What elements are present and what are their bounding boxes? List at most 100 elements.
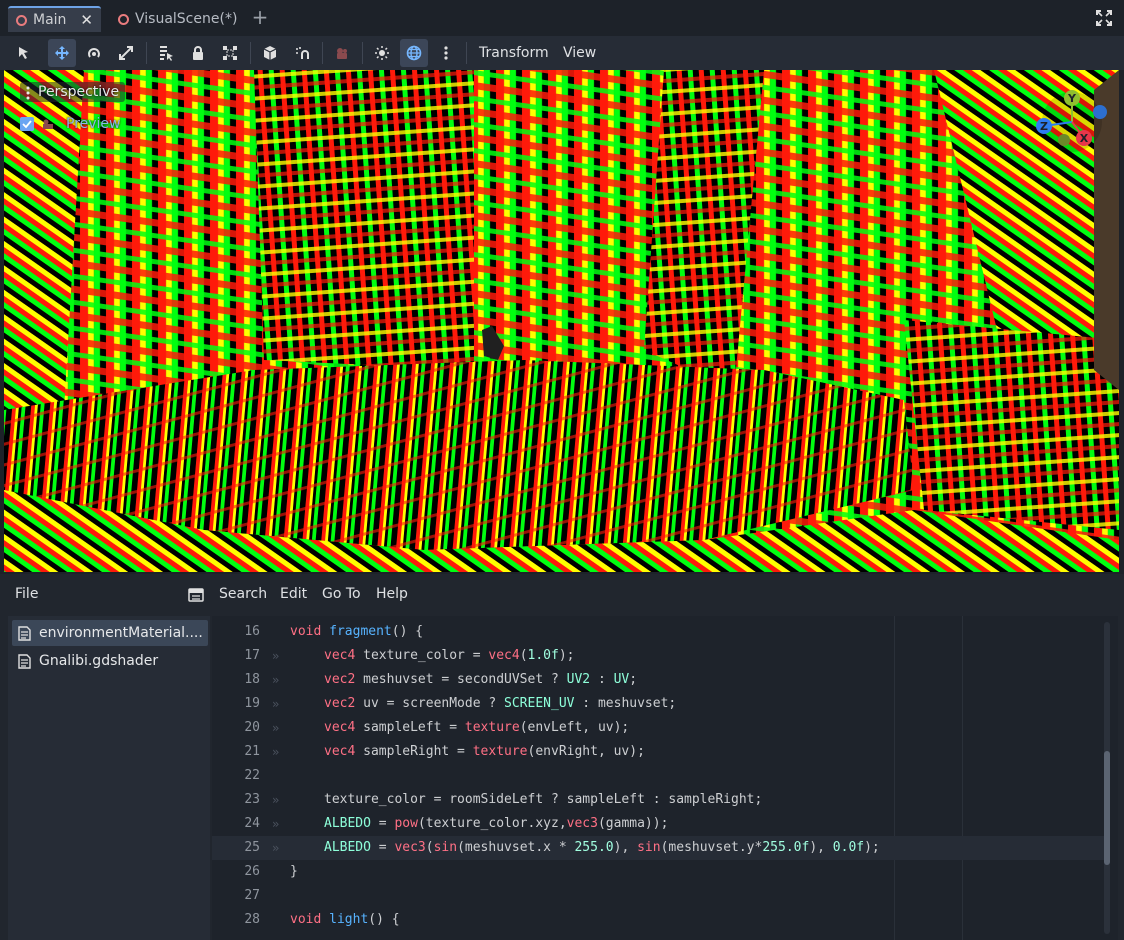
code-line[interactable]: 22 (212, 764, 1108, 788)
code-text: ALBEDO = pow(texture_color.xyz,vec3(gamm… (324, 812, 668, 836)
code-text: } (290, 860, 298, 884)
code-token: = (370, 840, 395, 855)
line-number: 27 (244, 888, 260, 903)
help-menu[interactable]: Help (376, 586, 408, 602)
code-text: vec2 meshuvset = secondUVSet ? UV2 : UV; (324, 668, 637, 692)
code-line[interactable]: 28 void light() { (212, 908, 1108, 932)
code-token: vec4 (324, 648, 356, 663)
code-line[interactable]: 19 » vec2 uv = screenMode ? SCREEN_UV : me… (212, 692, 1108, 716)
scale-tool-button[interactable] (112, 39, 140, 67)
code-line[interactable]: 24 » ALBEDO = pow(texture_color.xyz,vec3(g… (212, 812, 1108, 836)
line-number: 24 (244, 816, 260, 831)
scene-tab-label: Main (33, 12, 67, 28)
code-token: vec2 (324, 672, 356, 687)
code-token: (gamma)); (597, 816, 669, 831)
list-select-icon (160, 46, 173, 61)
sun-preview-button[interactable] (368, 39, 396, 67)
camera-icon (43, 119, 53, 129)
code-token: void (290, 912, 322, 927)
view-orientation-gizmo[interactable]: Y Z X (1030, 86, 1114, 156)
script-item-environment-material[interactable]: environmentMaterial.... (12, 620, 208, 646)
edit-menu[interactable]: Edit (280, 586, 307, 602)
code-token: () { (391, 624, 424, 639)
shader-file-icon (18, 653, 31, 669)
code-token: texture_color = (355, 648, 489, 663)
code-token: 255.0f (762, 840, 810, 855)
code-line[interactable]: 20 » vec4 sampleLeft = texture(envLeft, uv… (212, 716, 1108, 740)
add-scene-tab-button[interactable]: + (250, 6, 270, 30)
code-line[interactable]: 23 » texture_color = roomSideLeft ? sample… (212, 788, 1108, 812)
code-token: ); (864, 840, 880, 855)
code-token: ( (519, 648, 528, 663)
group-tool-button[interactable] (216, 39, 244, 67)
code-token: void (290, 624, 322, 639)
close-tab-icon[interactable]: ✕ (80, 11, 93, 29)
more-options-button[interactable] (432, 39, 460, 67)
perspective-menu-button[interactable]: Perspective (20, 82, 126, 102)
code-token: uv = screenMode ? (355, 696, 505, 711)
code-line[interactable]: 25» ALBEDO = vec3(sin(meshuvset.x * 255.0… (212, 836, 1108, 860)
code-token: : meshuvset; (574, 696, 677, 711)
preview-checkbox[interactable] (20, 117, 34, 131)
file-menu[interactable]: File (15, 586, 38, 602)
tab-indent-marker: » (272, 697, 280, 711)
globe-icon (406, 45, 422, 61)
scene-icon (16, 14, 27, 26)
transform-menu[interactable]: Transform (479, 36, 549, 70)
goto-menu[interactable]: Go To (322, 586, 361, 602)
preview-toggle[interactable]: Preview (20, 116, 121, 132)
list-select-tool-button[interactable] (152, 39, 180, 67)
rotate-tool-button[interactable] (80, 39, 108, 67)
lock-tool-button[interactable] (184, 39, 212, 67)
code-token: ALBEDO (324, 840, 371, 855)
code-token: sampleLeft = (355, 720, 465, 735)
code-editor[interactable]: 16 void fragment() { 17 » vec4 texture_color… (212, 616, 1118, 940)
view-menu[interactable]: View (563, 36, 596, 70)
editor-scrollbar-thumb[interactable] (1104, 751, 1110, 865)
code-line[interactable]: 16 void fragment() { (212, 620, 1108, 644)
toggle-scripts-panel-icon[interactable] (188, 588, 204, 602)
local-space-tool-button[interactable] (256, 39, 284, 67)
scene-tab-main[interactable]: Main ✕ (8, 6, 101, 32)
code-token: = (370, 816, 395, 831)
tab-indent-marker: » (272, 721, 280, 735)
select-tool-button[interactable] (10, 39, 38, 67)
distraction-free-icon[interactable] (1096, 10, 1112, 26)
line-number: 17 (244, 648, 260, 663)
code-line[interactable]: 17» vec4 texture_color = vec4(1.0f); (212, 644, 1108, 668)
environment-preview-button[interactable] (400, 39, 428, 67)
code-token: SCREEN_UV (504, 696, 575, 711)
tab-indent-marker: » (272, 649, 280, 663)
code-token: (meshuvset.y* (660, 840, 763, 855)
open-scripts-list: environmentMaterial.... Gnalibi.gdshader (8, 616, 210, 940)
preview-label: Preview (66, 116, 121, 132)
code-token: fragment (329, 624, 392, 639)
gizmo-z-label: Z (1040, 120, 1048, 133)
kebab-menu-icon (444, 46, 448, 60)
script-item-gnalibi[interactable]: Gnalibi.gdshader (12, 648, 208, 674)
code-token: light (329, 912, 369, 927)
shader-editor-panel: File Search Edit Go To Help environmentM… (0, 574, 1124, 940)
code-text: texture_color = roomSideLeft ? sampleLef… (324, 788, 762, 812)
code-token: : (590, 672, 614, 687)
code-token: 1.0f (527, 648, 559, 663)
line-number: 20 (244, 720, 260, 735)
code-line[interactable]: 26} (212, 860, 1108, 884)
snap-tool-button[interactable] (288, 39, 316, 67)
search-menu[interactable]: Search (219, 586, 267, 602)
code-token: (texture_color.xyz, (417, 816, 567, 831)
code-token: ), (809, 840, 833, 855)
camera-tool-button[interactable] (328, 39, 356, 67)
code-line[interactable]: 21 » vec4 sampleRight = texture(envRight, … (212, 740, 1108, 764)
code-line[interactable]: 18 » vec2 meshuvset = secondUVSet ? UV2 : … (212, 668, 1108, 692)
script-item-label: Gnalibi.gdshader (39, 653, 159, 669)
pointer-icon (19, 47, 28, 59)
viewport-toolbar: Transform View (0, 36, 1124, 70)
code-line[interactable]: 27 (212, 884, 1108, 908)
3d-viewport[interactable]: Perspective Preview Y Z X (4, 70, 1119, 572)
scene-tab-visualscene[interactable]: VisualScene(*) (110, 6, 245, 32)
move-tool-button[interactable] (48, 39, 76, 67)
code-token: sin (637, 840, 661, 855)
